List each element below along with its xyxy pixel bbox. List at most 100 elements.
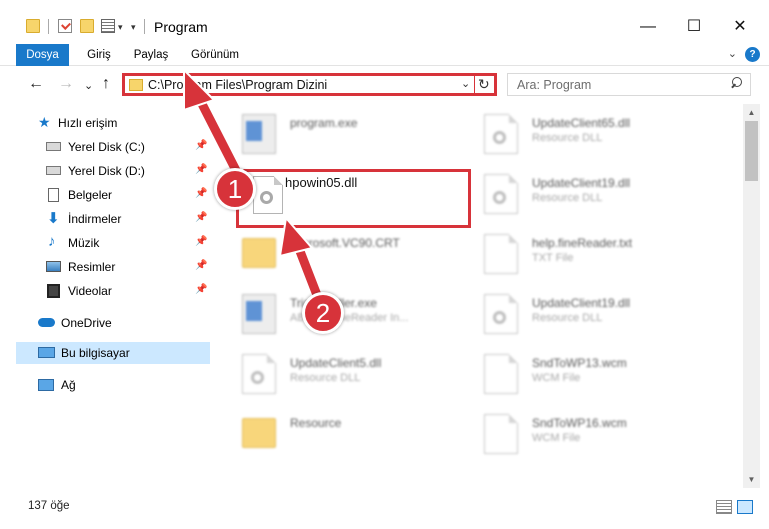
properties-icon[interactable] — [58, 19, 72, 33]
ribbon: Dosya Giriş Paylaş Görünüm ⌄ ? — [0, 44, 769, 66]
tab-share[interactable]: Paylaş — [128, 44, 174, 66]
sidebar-item-label: Müzik — [68, 236, 100, 250]
address-divider — [474, 73, 475, 96]
item-count: 137 öğe — [28, 500, 70, 512]
window-title: Program — [154, 19, 208, 35]
sidebar-item-pictures[interactable]: Resimler 📌 — [16, 256, 210, 278]
cloud-icon — [38, 318, 55, 327]
search-placeholder: Ara: Program — [517, 78, 592, 92]
sidebar-item-label: Resimler — [68, 260, 116, 274]
recent-locations-button[interactable]: ⌄ — [84, 78, 93, 94]
sidebar-item-documents[interactable]: Belgeler 📌 — [16, 184, 210, 206]
step-badge-2: 2 — [302, 292, 344, 334]
new-folder-icon[interactable] — [80, 19, 94, 33]
computer-icon — [38, 347, 55, 358]
star-icon: ★ — [38, 114, 51, 130]
dll-icon — [242, 354, 276, 394]
scrollbar[interactable]: ▲ ▼ — [743, 104, 760, 488]
pin-icon[interactable]: 📌 — [195, 188, 207, 199]
sidebar-item-videos[interactable]: Videolar 📌 — [16, 280, 210, 302]
details-view-icon[interactable] — [716, 500, 732, 514]
view-icon[interactable] — [101, 19, 115, 33]
folder-icon — [242, 418, 276, 448]
exe-icon — [242, 114, 276, 154]
minimize-button[interactable]: — — [625, 14, 671, 40]
scroll-down-icon[interactable]: ▼ — [743, 471, 760, 488]
file-type: WCM File — [532, 432, 581, 444]
chevron-down-icon[interactable]: ▾ — [118, 22, 123, 33]
list-item[interactable]: UpdateClient19.dll Resource DLL — [484, 290, 734, 350]
pin-icon[interactable]: 📌 — [195, 284, 207, 295]
file-name: SndToWP13.wcm — [532, 356, 627, 370]
file-name: hpowin05.dll — [285, 175, 358, 190]
list-item[interactable]: UpdateClient19.dll Resource DLL — [484, 170, 734, 230]
pin-icon[interactable]: 📌 — [195, 260, 207, 271]
list-item[interactable]: Resource — [242, 410, 492, 470]
sidebar-item-disk-c[interactable]: Yerel Disk (C:) 📌 — [16, 136, 210, 158]
file-name: Resource — [290, 416, 342, 430]
list-item[interactable]: program.exe — [242, 110, 492, 170]
sidebar-item-label: İndirmeler — [68, 212, 122, 226]
scroll-up-icon[interactable]: ▲ — [743, 104, 760, 121]
pin-icon[interactable]: 📌 — [195, 140, 207, 151]
dll-icon — [253, 176, 283, 214]
file-name: UpdateClient19.dll — [532, 296, 631, 310]
forward-button[interactable]: → — [58, 76, 74, 92]
search-icon[interactable] — [730, 77, 742, 89]
sidebar-item-label: Hızlı erişim — [58, 116, 118, 130]
drive-icon — [46, 166, 61, 175]
back-button[interactable]: ← — [28, 76, 44, 92]
refresh-button[interactable]: ↻ — [478, 76, 490, 93]
dll-icon — [484, 174, 518, 214]
maximize-button[interactable]: ☐ — [671, 14, 717, 40]
network-icon — [38, 379, 54, 391]
large-icons-view-icon[interactable] — [737, 500, 753, 514]
list-item[interactable]: Microsoft.VC90.CRT — [242, 230, 492, 290]
sidebar-item-label: Videolar — [68, 284, 112, 298]
folder-icon — [242, 238, 276, 268]
list-item[interactable]: TrialInstaller.exe ABBYY FineReader In..… — [242, 290, 492, 350]
expand-ribbon-icon[interactable]: ⌄ — [728, 47, 737, 60]
sidebar-item-onedrive[interactable]: OneDrive — [24, 312, 210, 334]
tab-file[interactable]: Dosya — [16, 44, 69, 66]
help-icon[interactable]: ? — [745, 47, 760, 62]
address-bar[interactable]: C:\Program Files\Program Dizini ⌄ ↻ — [122, 73, 497, 96]
list-item[interactable]: UpdateClient5.dll Resource DLL — [242, 350, 492, 410]
sidebar-item-disk-d[interactable]: Yerel Disk (D:) 📌 — [16, 160, 210, 182]
highlighted-file[interactable]: hpowin05.dll — [236, 169, 471, 228]
dll-icon — [484, 294, 518, 334]
list-item[interactable]: UpdateClient65.dll Resource DLL — [484, 110, 734, 170]
folder-icon[interactable] — [26, 19, 40, 33]
sidebar-item-music[interactable]: ♪ Müzik 📌 — [16, 232, 210, 254]
pin-icon[interactable]: 📌 — [195, 212, 207, 223]
sidebar-item-this-pc[interactable]: Bu bilgisayar — [16, 342, 210, 364]
sidebar-item-network[interactable]: Ağ — [24, 374, 210, 396]
documents-icon — [48, 188, 59, 202]
file-list: program.exe Microsoft.VC90.CRT TrialInst… — [212, 104, 743, 488]
customize-toolbar-icon[interactable]: ▾ — [131, 22, 136, 33]
chevron-down-icon[interactable]: ⌄ — [461, 77, 470, 90]
tab-home[interactable]: Giriş — [80, 44, 118, 66]
file-name: UpdateClient5.dll — [290, 356, 382, 370]
search-input[interactable]: Ara: Program — [507, 73, 751, 96]
address-path[interactable]: C:\Program Files\Program Dizini — [148, 78, 327, 92]
file-type: Resource DLL — [532, 312, 603, 324]
list-item[interactable]: SndToWP16.wcm WCM File — [484, 410, 734, 470]
pin-icon[interactable]: 📌 — [195, 164, 207, 175]
up-button[interactable]: ↑ — [102, 76, 110, 92]
file-name: help.fineReader.txt — [532, 236, 633, 250]
sidebar-item-downloads[interactable]: ⬇ İndirmeler 📌 — [16, 208, 210, 230]
close-button[interactable]: ✕ — [717, 14, 763, 40]
scrollbar-thumb[interactable] — [745, 121, 758, 181]
navigation-pane: ★ Hızlı erişim Yerel Disk (C:) 📌 Yerel D… — [0, 104, 212, 488]
dll-icon — [484, 114, 518, 154]
sidebar-item-quick-access[interactable]: ★ Hızlı erişim — [30, 112, 210, 134]
list-item[interactable]: help.fineReader.txt TXT File — [484, 230, 734, 290]
txt-icon — [484, 234, 518, 274]
file-name: program.exe — [290, 116, 358, 130]
file-name: UpdateClient19.dll — [532, 176, 631, 190]
tab-view[interactable]: Görünüm — [184, 44, 246, 66]
list-item[interactable]: SndToWP13.wcm WCM File — [484, 350, 734, 410]
exe-icon — [242, 294, 276, 334]
pin-icon[interactable]: 📌 — [195, 236, 207, 247]
